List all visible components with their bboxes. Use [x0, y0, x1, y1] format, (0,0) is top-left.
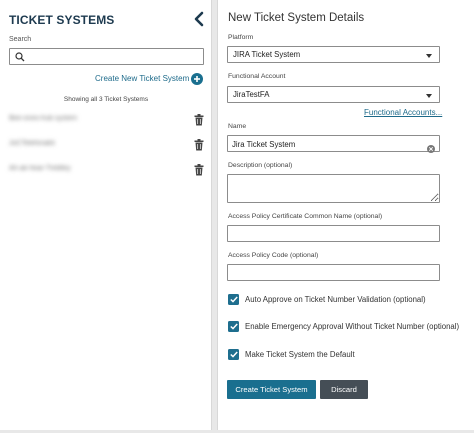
- emergency-approval-checkbox[interactable]: [228, 321, 239, 332]
- ticket-systems-panel: TICKET SYSTEMS Search Create New Ticket …: [0, 0, 212, 430]
- platform-value: JIRA Ticket System: [233, 50, 301, 59]
- create-ticket-system-button[interactable]: Create Ticket System: [227, 380, 316, 399]
- ticket-system-name: Bee-ones-hub system: [9, 115, 78, 122]
- platform-label: Platform: [228, 34, 254, 41]
- make-default-label[interactable]: Make Ticket System the Default: [245, 350, 355, 359]
- name-label: Name: [228, 123, 247, 130]
- auto-approve-label[interactable]: Auto Approve on Ticket Number Validation…: [245, 295, 426, 304]
- functional-account-value: JiraTestFA: [233, 90, 270, 99]
- trash-icon[interactable]: [194, 113, 204, 126]
- search-field[interactable]: [9, 48, 204, 65]
- search-icon: [15, 52, 25, 62]
- chevron-down-icon: [426, 94, 432, 98]
- search-input[interactable]: [28, 50, 198, 63]
- ticket-system-name: JoCTelefonakti: [9, 140, 55, 147]
- checkmark-icon: [229, 323, 238, 330]
- functional-account-label: Functional Account: [228, 73, 286, 80]
- page: TICKET SYSTEMS Search Create New Ticket …: [0, 0, 474, 433]
- trash-icon[interactable]: [194, 138, 204, 151]
- details-title: New Ticket System Details: [228, 12, 365, 24]
- ticket-system-name: Ah-ak-hear-Treblley: [9, 165, 71, 172]
- search-label: Search: [9, 36, 32, 43]
- showing-count-text: Showing all 3 Ticket Systems: [63, 96, 149, 103]
- name-input[interactable]: [232, 138, 422, 150]
- ticket-system-details-panel: New Ticket System Details Platform JIRA …: [217, 0, 474, 430]
- checkmark-icon: [229, 296, 238, 303]
- chevron-down-icon: [426, 54, 432, 58]
- make-default-checkbox[interactable]: [228, 349, 239, 360]
- ticket-system-item[interactable]: Bee-ones-hub system: [9, 113, 209, 127]
- policy-code-label: Access Policy Code (optional): [228, 252, 319, 259]
- discard-button[interactable]: Discard: [320, 380, 368, 399]
- emergency-approval-label[interactable]: Enable Emergency Approval Without Ticket…: [245, 322, 459, 331]
- description-textarea[interactable]: [227, 174, 440, 203]
- ticket-system-item[interactable]: JoCTelefonakti: [9, 138, 209, 152]
- checkmark-icon: [229, 351, 238, 358]
- policy-code-field[interactable]: [227, 264, 440, 281]
- trash-icon[interactable]: [194, 163, 204, 176]
- description-label: Description (optional): [228, 162, 293, 169]
- policy-code-input[interactable]: [232, 267, 422, 279]
- add-circle-icon[interactable]: [191, 72, 203, 85]
- auto-approve-checkbox[interactable]: [228, 294, 239, 305]
- create-new-ticket-system-link[interactable]: Create New Ticket System: [95, 74, 189, 83]
- cert-common-name-input[interactable]: [232, 228, 422, 240]
- cert-common-name-field[interactable]: [227, 225, 440, 242]
- functional-account-select[interactable]: JiraTestFA: [227, 86, 440, 103]
- ticket-system-item[interactable]: Ah-ak-hear-Treblley: [9, 163, 209, 177]
- clear-icon[interactable]: [427, 140, 435, 153]
- name-field[interactable]: [227, 135, 440, 153]
- collapse-chevron-icon[interactable]: [192, 11, 206, 27]
- panel-title: TICKET SYSTEMS: [9, 13, 115, 27]
- functional-accounts-link[interactable]: Functional Accounts...: [364, 108, 442, 117]
- cert-common-name-label: Access Policy Certificate Common Name (o…: [228, 213, 383, 220]
- platform-select[interactable]: JIRA Ticket System: [227, 46, 440, 63]
